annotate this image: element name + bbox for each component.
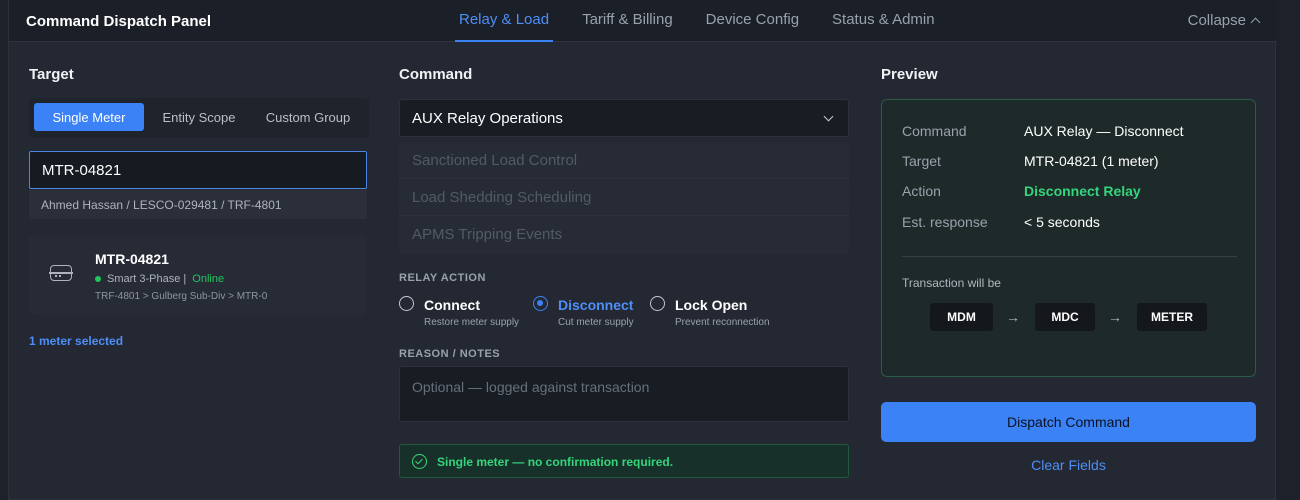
command-select-value: AUX Relay Operations	[412, 110, 563, 127]
flow-node-mdc: MDC	[1035, 303, 1095, 331]
chevron-up-icon	[1250, 17, 1261, 28]
scope-entity-button[interactable]: Entity Scope	[149, 103, 249, 131]
chevron-down-icon	[823, 111, 834, 122]
selected-count: 1 meter selected	[29, 334, 124, 348]
tab-status-admin[interactable]: Status & Admin	[832, 0, 935, 42]
scope-segmented-control: Single Meter Entity Scope Custom Group	[29, 98, 369, 138]
notes-label: REASON / NOTES	[399, 348, 501, 360]
relay-connect-label: Connect	[424, 297, 480, 313]
check-circle-icon	[412, 454, 427, 469]
confirmation-banner: Single meter — no confirmation required.	[399, 444, 849, 478]
search-suggestion[interactable]: Ahmed Hassan / LESCO-029481 / TRF-4801	[29, 190, 367, 219]
relay-disconnect-label: Disconnect	[558, 297, 634, 313]
preview-key: Est. response	[902, 214, 988, 230]
preview-value: AUX Relay — Disconnect	[1024, 123, 1184, 139]
meter-meta: Smart 3-Phase | Online	[95, 273, 224, 285]
command-dropdown-menu: Sanctioned Load Control Load Shedding Sc…	[399, 142, 849, 254]
notes-textarea[interactable]	[399, 366, 849, 422]
preview-key: Action	[902, 183, 941, 199]
panel-title: Command Dispatch Panel	[26, 13, 212, 30]
relay-lock-open-label: Lock Open	[675, 297, 748, 313]
arrow-right-icon: →	[1006, 309, 1020, 325]
radio-disconnect[interactable]	[533, 296, 548, 311]
transaction-label: Transaction will be	[902, 276, 1001, 290]
preview-value: MTR-04821 (1 meter)	[1024, 153, 1159, 169]
meter-type: Smart 3-Phase |	[107, 273, 187, 285]
meter-card[interactable]: MTR-04821 Smart 3-Phase | Online TRF-480…	[29, 235, 367, 315]
scope-single-meter-button[interactable]: Single Meter	[34, 103, 144, 131]
scope-custom-group-button[interactable]: Custom Group	[257, 103, 359, 131]
confirmation-text: Single meter — no confirmation required.	[437, 455, 674, 469]
meter-search-input[interactable]	[29, 151, 367, 189]
menu-item-load-shedding[interactable]: Load Shedding Scheduling	[399, 179, 849, 216]
menu-item-apms-tripping[interactable]: APMS Tripping Events	[399, 216, 849, 253]
flow-node-meter: METER	[1137, 303, 1207, 331]
relay-connect-option[interactable]: Connect Restore meter supply	[399, 296, 519, 330]
tab-device-config[interactable]: Device Config	[706, 0, 799, 42]
command-select[interactable]: AUX Relay Operations	[399, 99, 849, 137]
preview-section-title: Preview	[881, 66, 938, 83]
panel-header: Command Dispatch Panel Relay & Load Tari…	[9, 0, 1277, 42]
collapse-label: Collapse	[1187, 12, 1246, 29]
target-section-title: Target	[29, 66, 74, 83]
command-section-title: Command	[399, 66, 473, 83]
meter-path: TRF-4801 > Gulberg Sub-Div > MTR-0	[95, 291, 268, 302]
meter-icon	[49, 265, 73, 281]
relay-disconnect-option[interactable]: Disconnect Cut meter supply	[533, 296, 643, 330]
menu-item-sanctioned-load[interactable]: Sanctioned Load Control	[399, 142, 849, 179]
relay-disconnect-sub: Cut meter supply	[558, 317, 634, 328]
dispatch-panel: Command Dispatch Panel Relay & Load Tari…	[8, 0, 1277, 500]
radio-lock-open[interactable]	[650, 296, 665, 311]
flow-node-mdm: MDM	[930, 303, 993, 331]
meter-id: MTR-04821	[95, 251, 169, 267]
relay-connect-sub: Restore meter supply	[424, 317, 520, 328]
radio-connect[interactable]	[399, 296, 414, 311]
preview-value: < 5 seconds	[1024, 214, 1100, 230]
preview-divider	[902, 256, 1237, 257]
tab-tariff-billing[interactable]: Tariff & Billing	[582, 0, 673, 42]
relay-lock-open-option[interactable]: Lock Open Prevent reconnection	[650, 296, 780, 330]
clear-fields-link[interactable]: Clear Fields	[881, 457, 1256, 473]
tab-relay-load[interactable]: Relay & Load	[454, 0, 554, 42]
status-dot	[95, 276, 101, 282]
dispatch-command-button[interactable]: Dispatch Command	[881, 402, 1256, 442]
preview-value: Disconnect Relay	[1024, 183, 1141, 199]
collapse-button[interactable]: Collapse	[1187, 12, 1261, 29]
arrow-right-icon: →	[1108, 309, 1122, 325]
preview-key: Command	[902, 123, 967, 139]
preview-card: Command AUX Relay — Disconnect Target MT…	[881, 99, 1256, 377]
preview-key: Target	[902, 153, 941, 169]
relay-action-label: RELAY ACTION	[399, 272, 486, 284]
relay-lock-open-sub: Prevent reconnection	[675, 317, 770, 328]
meter-status: Online	[192, 273, 225, 285]
tab-bar: Relay & Load Tariff & Billing Device Con…	[454, 0, 968, 42]
